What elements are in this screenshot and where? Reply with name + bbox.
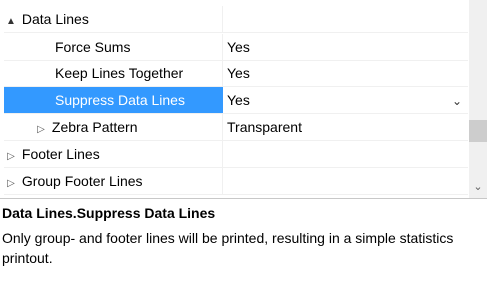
chevron-down-icon[interactable]: ⌄: [452, 87, 462, 113]
property-label: Group Footer Lines: [21, 173, 143, 189]
property-name-cell: ▷ Group Footer Lines: [4, 168, 222, 194]
property-value: [222, 6, 468, 32]
property-row-zebra-pattern[interactable]: ▷ Zebra Pattern Transparent: [4, 114, 468, 141]
property-label: Data Lines: [21, 11, 89, 27]
scroll-down-arrow-icon[interactable]: ⌄: [469, 178, 487, 196]
property-label: Footer Lines: [21, 146, 100, 162]
property-value[interactable]: Yes: [222, 60, 468, 86]
property-label: Suppress Data Lines: [4, 87, 222, 113]
expand-triangle-icon[interactable]: ▷: [4, 171, 18, 194]
description-title: Data Lines.Suppress Data Lines: [2, 205, 216, 221]
expand-triangle-icon[interactable]: ▷: [4, 144, 18, 167]
property-row-suppress-data-lines[interactable]: Suppress Data Lines Yes ⌄: [4, 87, 468, 114]
property-value[interactable]: Yes: [222, 34, 468, 60]
property-name-cell: ▷ Zebra Pattern: [4, 114, 222, 140]
property-row-keep-lines-together[interactable]: Keep Lines Together Yes: [4, 60, 468, 87]
vertical-scrollbar[interactable]: ⌄: [469, 0, 487, 198]
property-row-group-footer-lines[interactable]: ▷ Group Footer Lines: [4, 168, 468, 195]
property-name-cell: ▷ Footer Lines: [4, 141, 222, 167]
property-row-force-sums[interactable]: Force Sums Yes: [4, 34, 468, 61]
property-row-data-lines[interactable]: ▲ Data Lines: [4, 6, 468, 33]
property-grid: ▲ Data Lines Force Sums Yes Keep Lines T…: [0, 0, 487, 198]
description-text: Only group- and footer lines will be pri…: [2, 230, 454, 266]
property-name-cell: ▲ Data Lines: [4, 6, 222, 32]
property-label: Zebra Pattern: [51, 119, 138, 135]
scrollbar-thumb[interactable]: [469, 120, 487, 142]
property-value[interactable]: Transparent: [222, 114, 468, 140]
property-label: Force Sums: [55, 39, 131, 55]
collapse-triangle-icon[interactable]: ▲: [4, 9, 18, 32]
property-value: [222, 168, 468, 194]
property-value-dropdown[interactable]: Yes ⌄: [222, 87, 468, 113]
property-value: [222, 141, 468, 167]
expand-triangle-icon[interactable]: ▷: [34, 117, 48, 140]
property-value: Yes: [227, 92, 250, 108]
property-row-footer-lines[interactable]: ▷ Footer Lines: [4, 141, 468, 168]
property-label: Keep Lines Together: [55, 65, 184, 81]
description-divider: [0, 198, 487, 199]
